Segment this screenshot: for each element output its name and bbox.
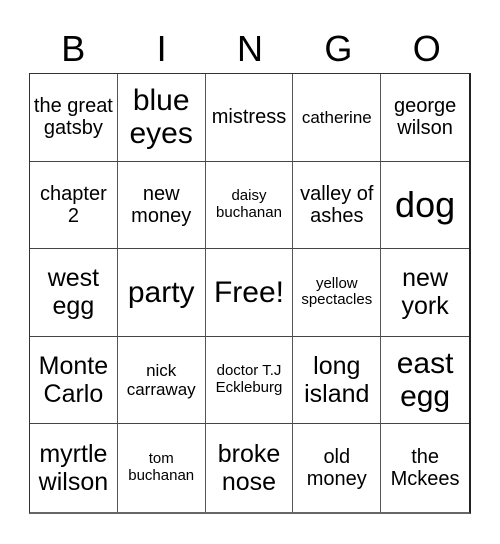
bingo-cell-g-2[interactable]: valley of ashes xyxy=(293,161,382,250)
header-letter-i: I xyxy=(156,28,167,69)
header-letter-o: O xyxy=(412,28,441,69)
bingo-cell-g-1[interactable]: catherine xyxy=(293,74,382,162)
cell-text: mistress xyxy=(211,106,287,129)
bingo-cell-o-3[interactable]: new york xyxy=(381,249,469,337)
bingo-cell-o-1[interactable]: george wilson xyxy=(381,74,469,162)
cell-text: west egg xyxy=(47,264,100,321)
bingo-cell-i-5[interactable]: tom buchanan xyxy=(118,424,206,512)
bingo-cell-o-5[interactable]: the Mckees xyxy=(381,424,469,512)
cell-text: myrtle wilson xyxy=(38,440,109,497)
cell-text: east egg xyxy=(396,346,454,414)
bingo-cell-n-4[interactable]: doctor T.J Eckleburg xyxy=(205,336,294,425)
bingo-cell-n-5[interactable]: broke nose xyxy=(206,424,294,512)
cell-text: yellow spectacles xyxy=(301,274,373,309)
cell-text: blue eyes xyxy=(129,83,193,151)
cell-text: the great gatsby xyxy=(33,94,113,140)
cell-text: new york xyxy=(401,264,449,321)
bingo-cell-i-4[interactable]: nick carraway xyxy=(117,336,206,425)
bingo-cell-g-4[interactable]: long island xyxy=(293,336,382,425)
cell-text: Monte Carlo xyxy=(38,352,109,409)
bingo-cell-n-1[interactable]: mistress xyxy=(205,74,294,162)
bingo-cell-b-3[interactable]: west egg xyxy=(30,249,118,337)
bingo-cell-b-2[interactable]: chapter 2 xyxy=(30,161,118,250)
bingo-cell-g-5[interactable]: old money xyxy=(293,424,382,512)
cell-text: party xyxy=(127,275,195,309)
cell-text: george wilson xyxy=(393,94,457,140)
cell-text: dog xyxy=(395,183,456,225)
bingo-header: B I N G O xyxy=(29,24,471,74)
cell-text: catherine xyxy=(301,107,372,127)
bingo-cell-o-4[interactable]: east egg xyxy=(381,337,469,425)
header-letter-g: G xyxy=(324,28,353,69)
bingo-cell-b-1[interactable]: the great gatsby xyxy=(30,74,118,162)
bingo-cell-g-3[interactable]: yellow spectacles xyxy=(293,249,382,337)
cell-text: Free! xyxy=(213,275,284,309)
cell-text: old money xyxy=(306,445,367,491)
cell-text: tom buchanan xyxy=(128,450,195,485)
cell-text: daisy buchanan xyxy=(216,187,282,221)
cell-text: long island xyxy=(304,352,370,409)
bingo-cell-o-2[interactable]: dog xyxy=(381,162,469,250)
bingo-cell-b-4[interactable]: Monte Carlo xyxy=(30,336,118,425)
bingo-cell-b-5[interactable]: myrtle wilson xyxy=(30,424,118,512)
bingo-cell-i-3[interactable]: party xyxy=(117,249,206,337)
header-letter-b: B xyxy=(61,28,86,69)
bingo-grid: the great gatsby blue eyes mistress catheri… xyxy=(29,73,471,514)
bingo-cell-n-2[interactable]: daisy buchanan xyxy=(205,161,294,250)
cell-text: the Mckees xyxy=(390,445,460,491)
header-letter-n: N xyxy=(236,28,263,69)
cell-text: nick carraway xyxy=(126,361,196,400)
cell-text: new money xyxy=(131,182,192,227)
cell-text: doctor T.J Eckleburg xyxy=(215,362,283,397)
bingo-cell-free[interactable]: Free! xyxy=(205,249,294,337)
bingo-cell-i-1[interactable]: blue eyes xyxy=(117,74,206,162)
cell-text: broke nose xyxy=(217,440,281,497)
bingo-cell-i-2[interactable]: new money xyxy=(117,161,206,250)
cell-text: chapter 2 xyxy=(40,182,107,227)
cell-text: valley of ashes xyxy=(300,182,374,227)
